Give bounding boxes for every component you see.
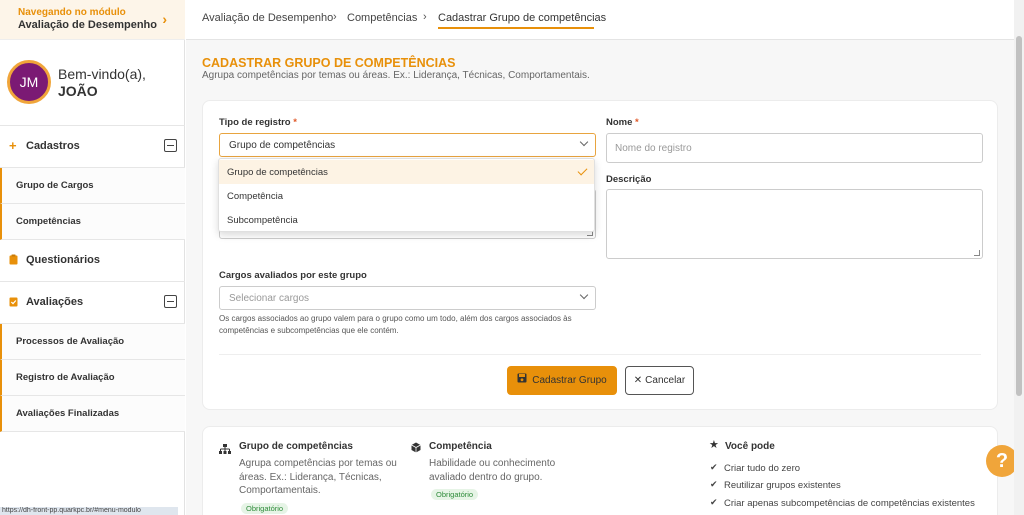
sidebar-section-avaliacoes[interactable]: Avaliações <box>0 282 185 324</box>
breadcrumb: Avaliação de Desempenho › Competências ›… <box>186 0 1014 40</box>
breadcrumb-separator-icon: › <box>423 11 427 23</box>
divider <box>219 354 981 355</box>
dropdown-option-subcompetencia[interactable]: Subcompetência <box>219 208 594 232</box>
nome-input[interactable]: Nome do registro <box>606 133 983 163</box>
status-url: https://dh-front-pp.quarkpc.br/#menu-mod… <box>0 507 178 515</box>
submit-button[interactable]: Cadastrar Grupo <box>507 366 617 395</box>
nome-label: Nome * <box>606 117 639 128</box>
breadcrumb-separator-icon: › <box>333 11 337 23</box>
sidebar-section-questionarios[interactable]: Questionários <box>0 240 185 282</box>
sidebar-item-label: Avaliações Finalizadas <box>16 408 120 419</box>
breadcrumb-item-current: Cadastrar Grupo de competências <box>438 12 607 24</box>
nome-placeholder: Nome do registro <box>615 143 692 154</box>
module-name: Avaliação de Desempenho <box>18 19 157 31</box>
user-name: JOÃO <box>58 83 98 99</box>
module-label: Navegando no módulo <box>18 7 126 18</box>
sidebar-item-grupo-de-cargos[interactable]: Grupo de Cargos <box>0 168 185 204</box>
form-card: Tipo de registro * Grupo de competências… <box>202 100 998 410</box>
sidebar-section-label: Cadastros <box>26 140 80 152</box>
cube-icon <box>411 440 421 458</box>
x-icon: ✕ <box>633 375 643 386</box>
check-icon: ✔ <box>710 462 718 472</box>
avatar: JM <box>7 60 51 104</box>
info-competencia-title: Competência <box>429 441 492 452</box>
scrollbar-thumb[interactable] <box>1016 36 1022 396</box>
page-title: CADASTRAR GRUPO DE COMPETÊNCIAS <box>202 56 456 70</box>
chevron-right-icon: › <box>162 11 167 27</box>
collapse-icon[interactable] <box>164 139 177 152</box>
sidebar-section-label: Questionários <box>26 254 100 266</box>
list-item: Criar apenas subcompetências de competên… <box>724 498 975 509</box>
star-icon: ★ <box>709 439 719 451</box>
info-panel: Grupo de competências Agrupa competência… <box>202 426 998 515</box>
sidebar-item-registro[interactable]: Registro de Avaliação <box>0 360 185 396</box>
sidebar-item-label: Registro de Avaliação <box>16 372 115 383</box>
list-item: Criar tudo do zero <box>724 463 801 474</box>
sidebar-item-finalizadas[interactable]: Avaliações Finalizadas <box>0 396 185 432</box>
sidebar-item-processos[interactable]: Processos de Avaliação <box>0 324 185 360</box>
info-grupo-text: Agrupa competências por temas ou áreas. … <box>239 458 397 496</box>
chevron-down-icon <box>579 290 589 300</box>
clipboard-check-icon <box>9 296 19 308</box>
cancel-button[interactable]: ✕ Cancelar <box>625 366 694 395</box>
info-grupo-title: Grupo de competências <box>239 441 353 452</box>
breadcrumb-item-modulo[interactable]: Avaliação de Desempenho <box>202 12 333 24</box>
sidebar-section-cadastros[interactable]: + Cadastros <box>0 126 185 168</box>
tipo-select-value: Grupo de competências <box>229 140 336 151</box>
sidebar-section-label: Avaliações <box>26 296 84 308</box>
cargos-help-text: Os cargos associados ao grupo valem para… <box>219 314 572 335</box>
dropdown-option-label: Competência <box>227 191 283 202</box>
info-voce-pode-title: Você pode <box>725 441 775 452</box>
sidebar-item-label: Grupo de Cargos <box>16 180 94 191</box>
dropdown-option-competencia[interactable]: Competência <box>219 184 594 208</box>
dropdown-option-grupo[interactable]: Grupo de competências <box>219 160 594 184</box>
submit-button-label: Cadastrar Grupo <box>532 375 607 387</box>
cargos-label: Cargos avaliados por este grupo <box>219 270 367 281</box>
status-badge: Obrigatório <box>431 489 479 500</box>
sidebar-item-competencias[interactable]: Competências <box>0 204 185 240</box>
status-badge: Obrigatório <box>241 503 289 514</box>
sitemap-icon <box>219 441 231 459</box>
sidebar-item-label: Competências <box>16 216 81 227</box>
sidebar: Navegando no módulo Avaliação de Desempe… <box>0 0 185 515</box>
cargos-placeholder: Selecionar cargos <box>229 293 310 304</box>
check-icon: ✔ <box>710 479 718 489</box>
check-icon: ✔ <box>710 497 718 507</box>
scrollbar[interactable] <box>1014 0 1024 515</box>
dropdown-option-label: Grupo de competências <box>227 167 328 178</box>
user-panel: JM Bem-vindo(a), JOÃO <box>0 40 185 126</box>
cargos-select[interactable]: Selecionar cargos <box>219 286 596 310</box>
tipo-label: Tipo de registro * <box>219 117 297 128</box>
list-item: Reutilizar grupos existentes <box>724 480 841 491</box>
tipo-select[interactable]: Grupo de competências <box>219 133 596 157</box>
module-switcher[interactable]: Navegando no módulo Avaliação de Desempe… <box>0 0 185 40</box>
welcome-text: Bem-vindo(a), <box>58 66 146 82</box>
info-competencia-text: Habilidade ou conhecimento avaliado dent… <box>429 458 556 483</box>
breadcrumb-active-underline <box>438 27 594 29</box>
tipo-dropdown-menu: Grupo de competências Competência Subcom… <box>218 158 595 232</box>
page-subtitle: Agrupa competências por temas ou áreas. … <box>202 70 590 81</box>
dropdown-option-label: Subcompetência <box>227 215 298 226</box>
chevron-down-icon <box>579 137 589 147</box>
plus-icon: + <box>9 138 17 153</box>
collapse-icon[interactable] <box>164 295 177 308</box>
sidebar-item-label: Processos de Avaliação <box>16 336 125 347</box>
save-icon <box>517 366 527 395</box>
main-content: Avaliação de Desempenho › Competências ›… <box>186 0 1014 515</box>
clipboard-icon <box>9 254 19 266</box>
descricao-textarea[interactable] <box>606 189 983 259</box>
resize-grip-icon[interactable] <box>974 250 980 256</box>
descricao-label: Descrição <box>606 174 652 185</box>
cancel-button-label: Cancelar <box>645 375 686 386</box>
check-icon <box>577 165 588 176</box>
breadcrumb-item-competencias[interactable]: Competências <box>347 12 417 24</box>
